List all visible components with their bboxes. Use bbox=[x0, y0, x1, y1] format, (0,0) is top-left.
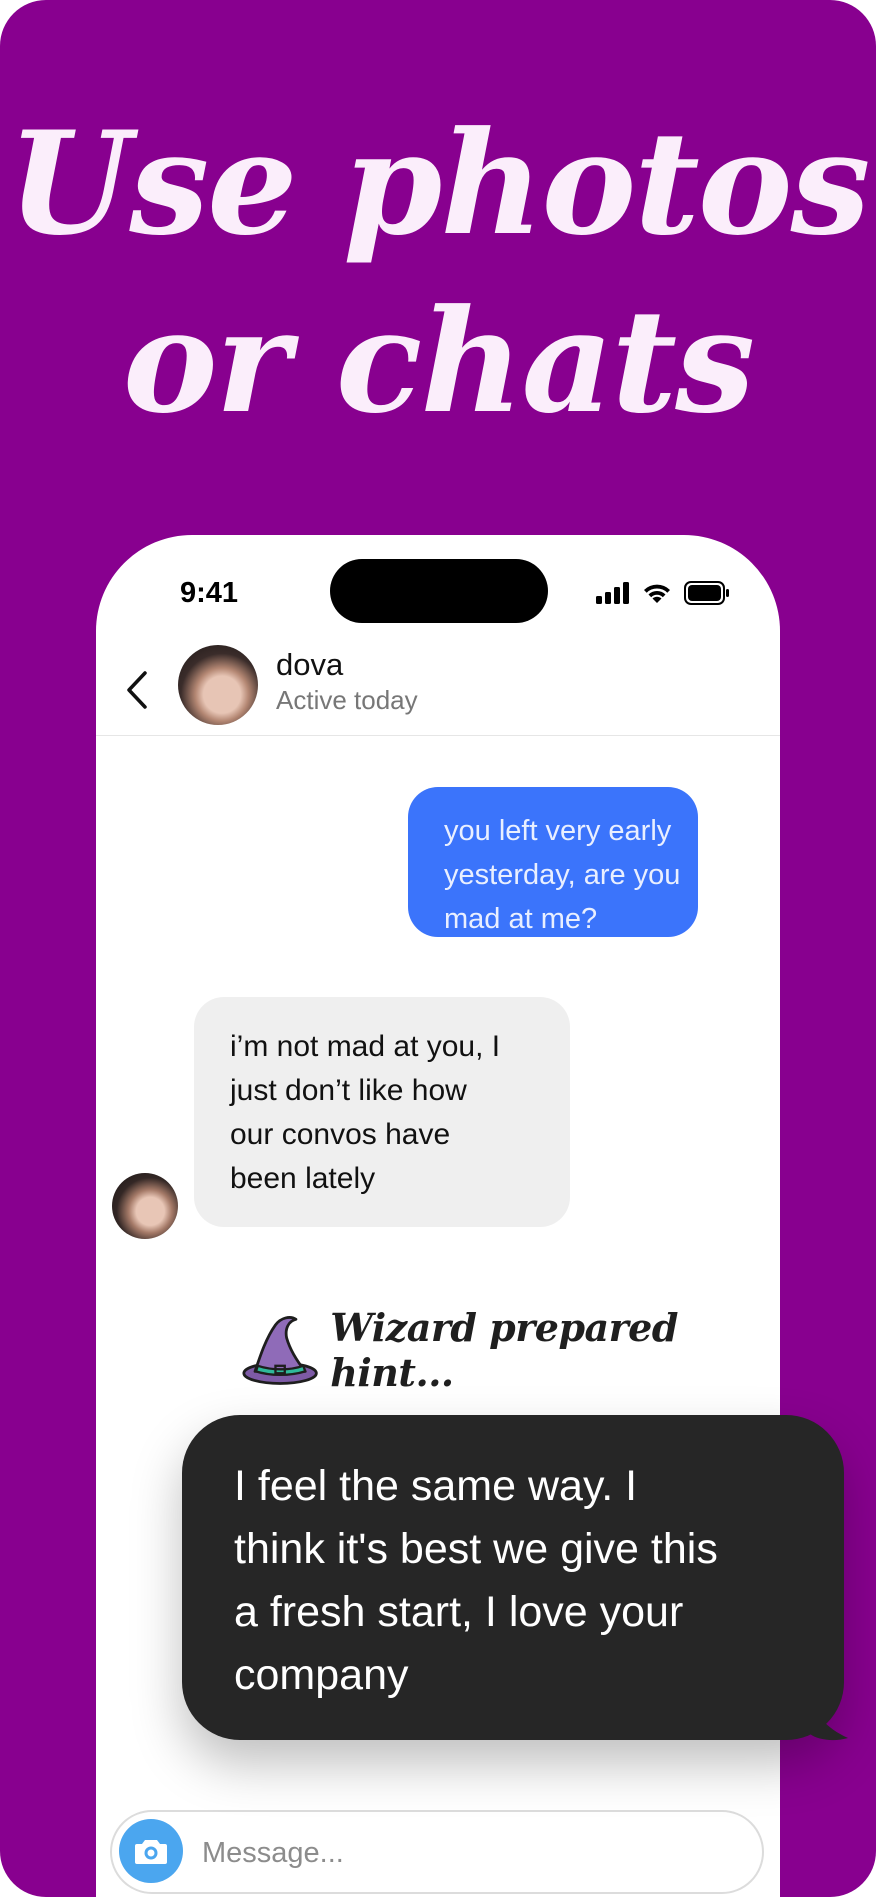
wizard-hat-icon bbox=[242, 1316, 318, 1385]
suggestion-line: a fresh start, I love your bbox=[234, 1588, 684, 1636]
outgoing-message-bubble: you left very early yesterday, are you m… bbox=[408, 787, 698, 937]
message-composer bbox=[110, 1810, 764, 1894]
suggested-reply-bubble[interactable]: I feel the same way. I think it's best w… bbox=[182, 1415, 844, 1740]
status-icons bbox=[596, 581, 730, 605]
app-store-screenshot: Use photos or chats 9:41 dova Active tod… bbox=[0, 0, 876, 1897]
chevron-left-icon[interactable] bbox=[126, 670, 148, 710]
contact-status: Active today bbox=[276, 685, 418, 715]
headline-line-2: or chats bbox=[122, 279, 755, 445]
sender-avatar bbox=[112, 1173, 178, 1239]
chat-header: dova Active today bbox=[96, 635, 780, 736]
camera-icon bbox=[135, 1840, 167, 1864]
suggestion-line: I feel the same way. I bbox=[234, 1462, 638, 1510]
bubble-tail bbox=[810, 1694, 848, 1741]
contact-name[interactable]: dova bbox=[276, 647, 343, 683]
promo-headline: Use photos or chats bbox=[0, 95, 876, 451]
headline-line-1: Use photos bbox=[7, 101, 870, 267]
camera-button[interactable] bbox=[119, 1819, 183, 1883]
message-line: just don’t like how bbox=[230, 1074, 467, 1107]
message-line: i’m not mad at you, I bbox=[230, 1030, 501, 1063]
message-line: you left very early bbox=[444, 815, 672, 847]
wizard-hint-row: Wizard prepared hint... bbox=[242, 1305, 780, 1395]
contact-avatar[interactable] bbox=[178, 645, 258, 725]
suggestion-line: company bbox=[234, 1651, 409, 1699]
message-line: been lately bbox=[230, 1162, 376, 1195]
suggestion-line: think it's best we give this bbox=[234, 1525, 718, 1573]
status-time: 9:41 bbox=[180, 577, 239, 609]
message-line: mad at me? bbox=[444, 903, 598, 935]
hint-label: Wizard prepared hint... bbox=[330, 1305, 678, 1395]
battery-icon bbox=[684, 581, 729, 605]
signal-icon bbox=[596, 582, 629, 604]
wifi-icon bbox=[644, 584, 670, 603]
message-input[interactable] bbox=[200, 1830, 704, 1876]
message-line: yesterday, are you bbox=[444, 859, 681, 891]
incoming-message-bubble: i’m not mad at you, I just don’t like ho… bbox=[194, 997, 570, 1227]
dynamic-island bbox=[330, 559, 548, 623]
message-line: our convos have bbox=[230, 1118, 451, 1151]
